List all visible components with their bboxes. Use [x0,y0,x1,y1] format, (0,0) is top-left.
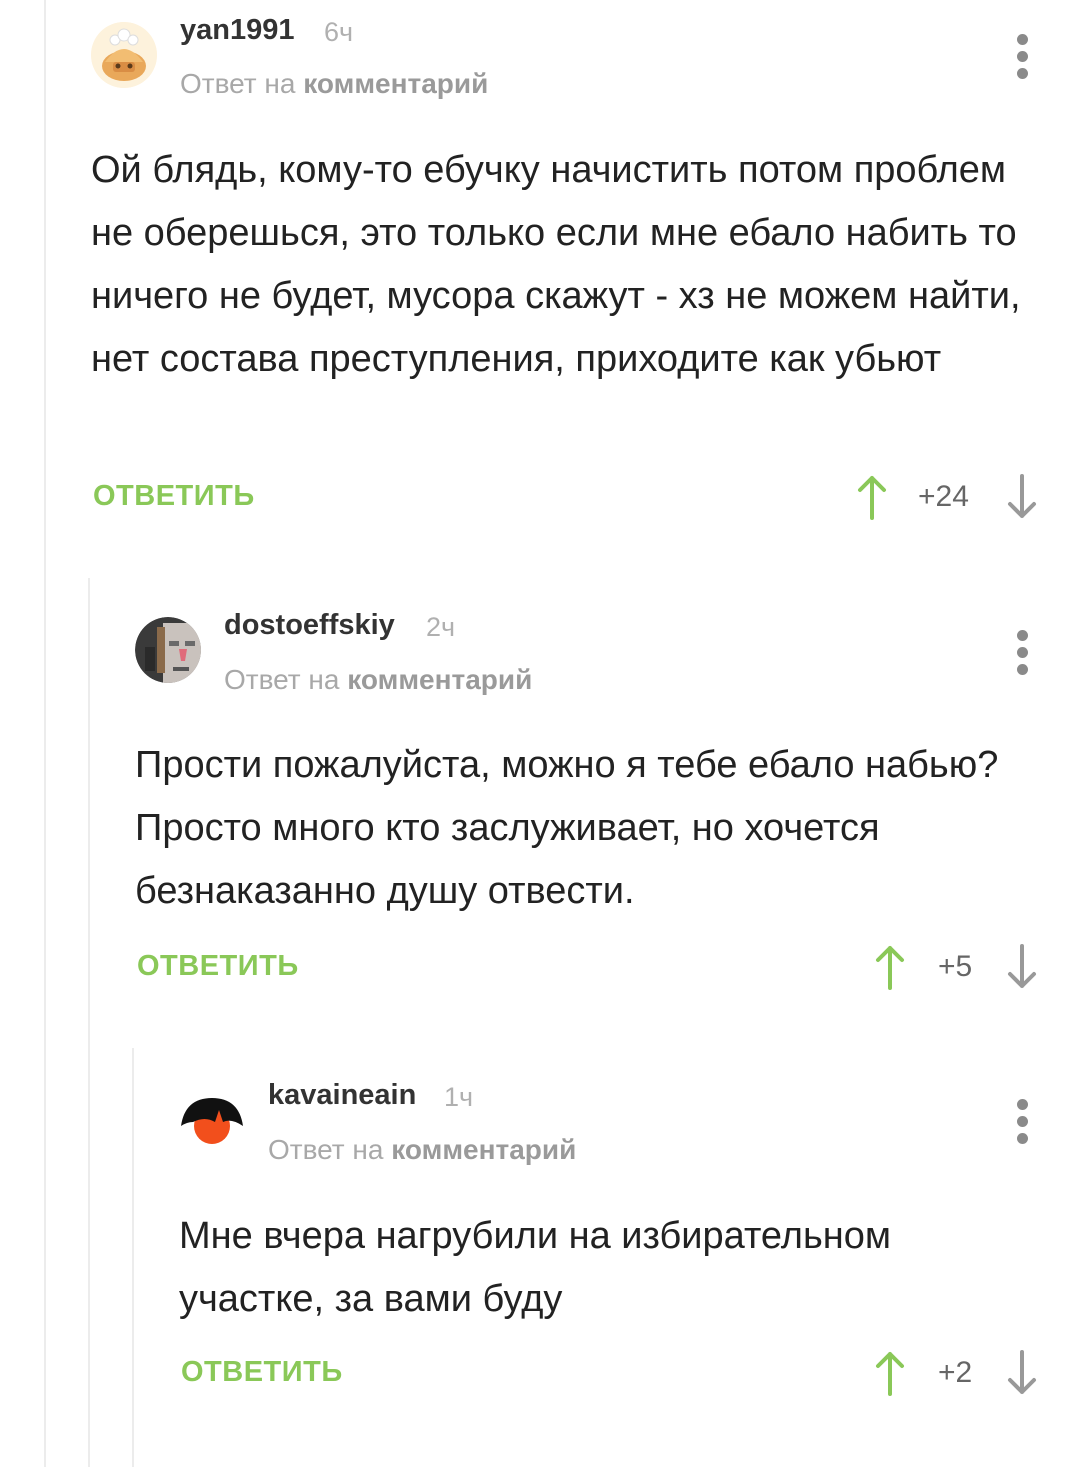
hair-avatar-icon[interactable] [179,1088,245,1154]
comment-text: Мне вчера нагрубили на избирательном уча… [179,1215,892,1320]
more-options-icon[interactable] [1015,1099,1029,1150]
comment-time: 1ч [444,1082,474,1112]
reply-to-link[interactable]: комментарий [391,1134,576,1165]
comment-kavaineain: kavaineain 1ч Ответ на комментарий Мне в… [0,0,1080,1467]
reply-button[interactable]: ОТВЕТИТЬ [181,1356,343,1389]
rating-value: +2 [938,1356,973,1389]
reply-to-info: Ответ на комментарий [268,1134,576,1166]
comment-username[interactable]: kavaineain [268,1079,416,1112]
upvote-arrow-icon[interactable] [873,1350,907,1401]
downvote-arrow-icon[interactable] [1005,1350,1039,1401]
reply-to-prefix: Ответ на [268,1134,384,1165]
